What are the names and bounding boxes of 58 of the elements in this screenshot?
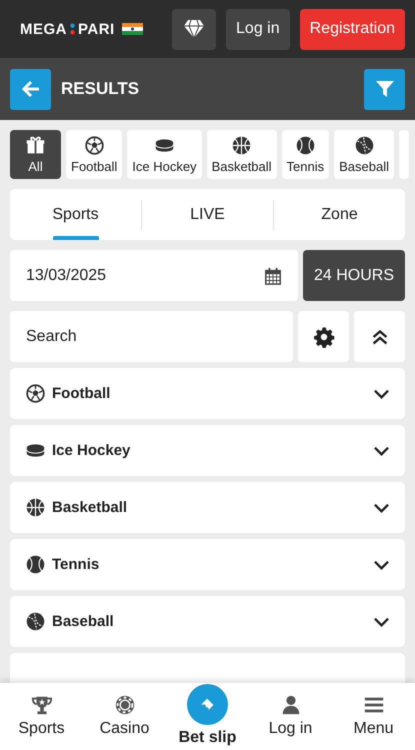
gift-icon — [25, 135, 46, 156]
collapse-button[interactable] — [354, 311, 405, 362]
registration-button[interactable]: Registration — [300, 8, 405, 50]
basketball-icon — [25, 497, 46, 518]
flag-icon — [122, 23, 143, 35]
trophy-icon — [30, 694, 52, 716]
sport-chip[interactable]: Tennis — [282, 130, 330, 179]
logo-text: MEGA — [20, 20, 67, 38]
login-button[interactable]: Log in — [226, 8, 290, 50]
period-button[interactable]: 24 HOURS — [303, 250, 405, 301]
nav-item[interactable]: Menu — [332, 683, 415, 750]
sport-name: Ice Hockey — [52, 442, 132, 459]
settings-icon — [312, 326, 334, 348]
basketball-icon — [231, 135, 252, 156]
nav-item[interactable]: Casino — [83, 683, 166, 750]
tab[interactable]: Zone — [274, 189, 405, 240]
search-field[interactable]: Search — [10, 311, 293, 362]
sport-chip[interactable]: Baseball — [334, 130, 394, 179]
date-field[interactable]: 13/03/2025 — [10, 250, 298, 301]
tennis-icon — [25, 554, 46, 575]
sport-row[interactable]: Ice Hockey — [10, 425, 405, 476]
sport-name: Baseball — [52, 613, 115, 630]
logo-text: PARI — [78, 20, 115, 38]
sport-row[interactable]: Basketball — [10, 482, 405, 533]
chevron-down-icon — [374, 446, 389, 456]
chip-icon — [114, 694, 136, 716]
tab[interactable]: LIVE — [142, 189, 273, 240]
tab[interactable]: Sports — [10, 189, 141, 240]
chevron-down-icon — [374, 616, 389, 626]
back-button[interactable] — [10, 68, 51, 110]
sport-row[interactable]: Tennis — [10, 539, 405, 590]
diamond-button[interactable] — [172, 8, 216, 50]
sport-row[interactable]: Football — [10, 368, 405, 419]
colon-dots-icon — [70, 22, 75, 36]
settings-button[interactable] — [298, 311, 349, 362]
tennis-icon — [294, 135, 316, 156]
chevron-down-icon — [374, 502, 389, 512]
calendar-icon — [264, 266, 282, 284]
football-icon — [84, 135, 105, 156]
page-title: RESULTS — [61, 79, 140, 99]
football-icon — [25, 383, 46, 404]
sport-chip[interactable]: Basketball — [206, 130, 277, 179]
chevron-down-icon — [374, 388, 389, 398]
chevron-down-icon — [374, 560, 389, 570]
filter-button[interactable] — [364, 68, 405, 110]
nav-item[interactable]: Sports — [0, 683, 83, 750]
nav-item[interactable]: Bet slip — [166, 683, 249, 750]
nav-item[interactable]: Log in — [249, 683, 332, 750]
sport-name: Football — [52, 385, 112, 402]
sport-name: Basketball — [52, 499, 128, 516]
sport-chip[interactable]: All — [10, 130, 61, 179]
sport-chip[interactable]: Ice Hockey — [127, 130, 202, 179]
baseball-icon — [354, 135, 375, 156]
sport-name: Tennis — [52, 556, 100, 573]
baseball-icon — [25, 611, 46, 632]
sport-chip[interactable]: Football — [66, 130, 122, 179]
sport-row[interactable]: Baseball — [10, 596, 405, 647]
diamond-icon — [182, 17, 206, 41]
